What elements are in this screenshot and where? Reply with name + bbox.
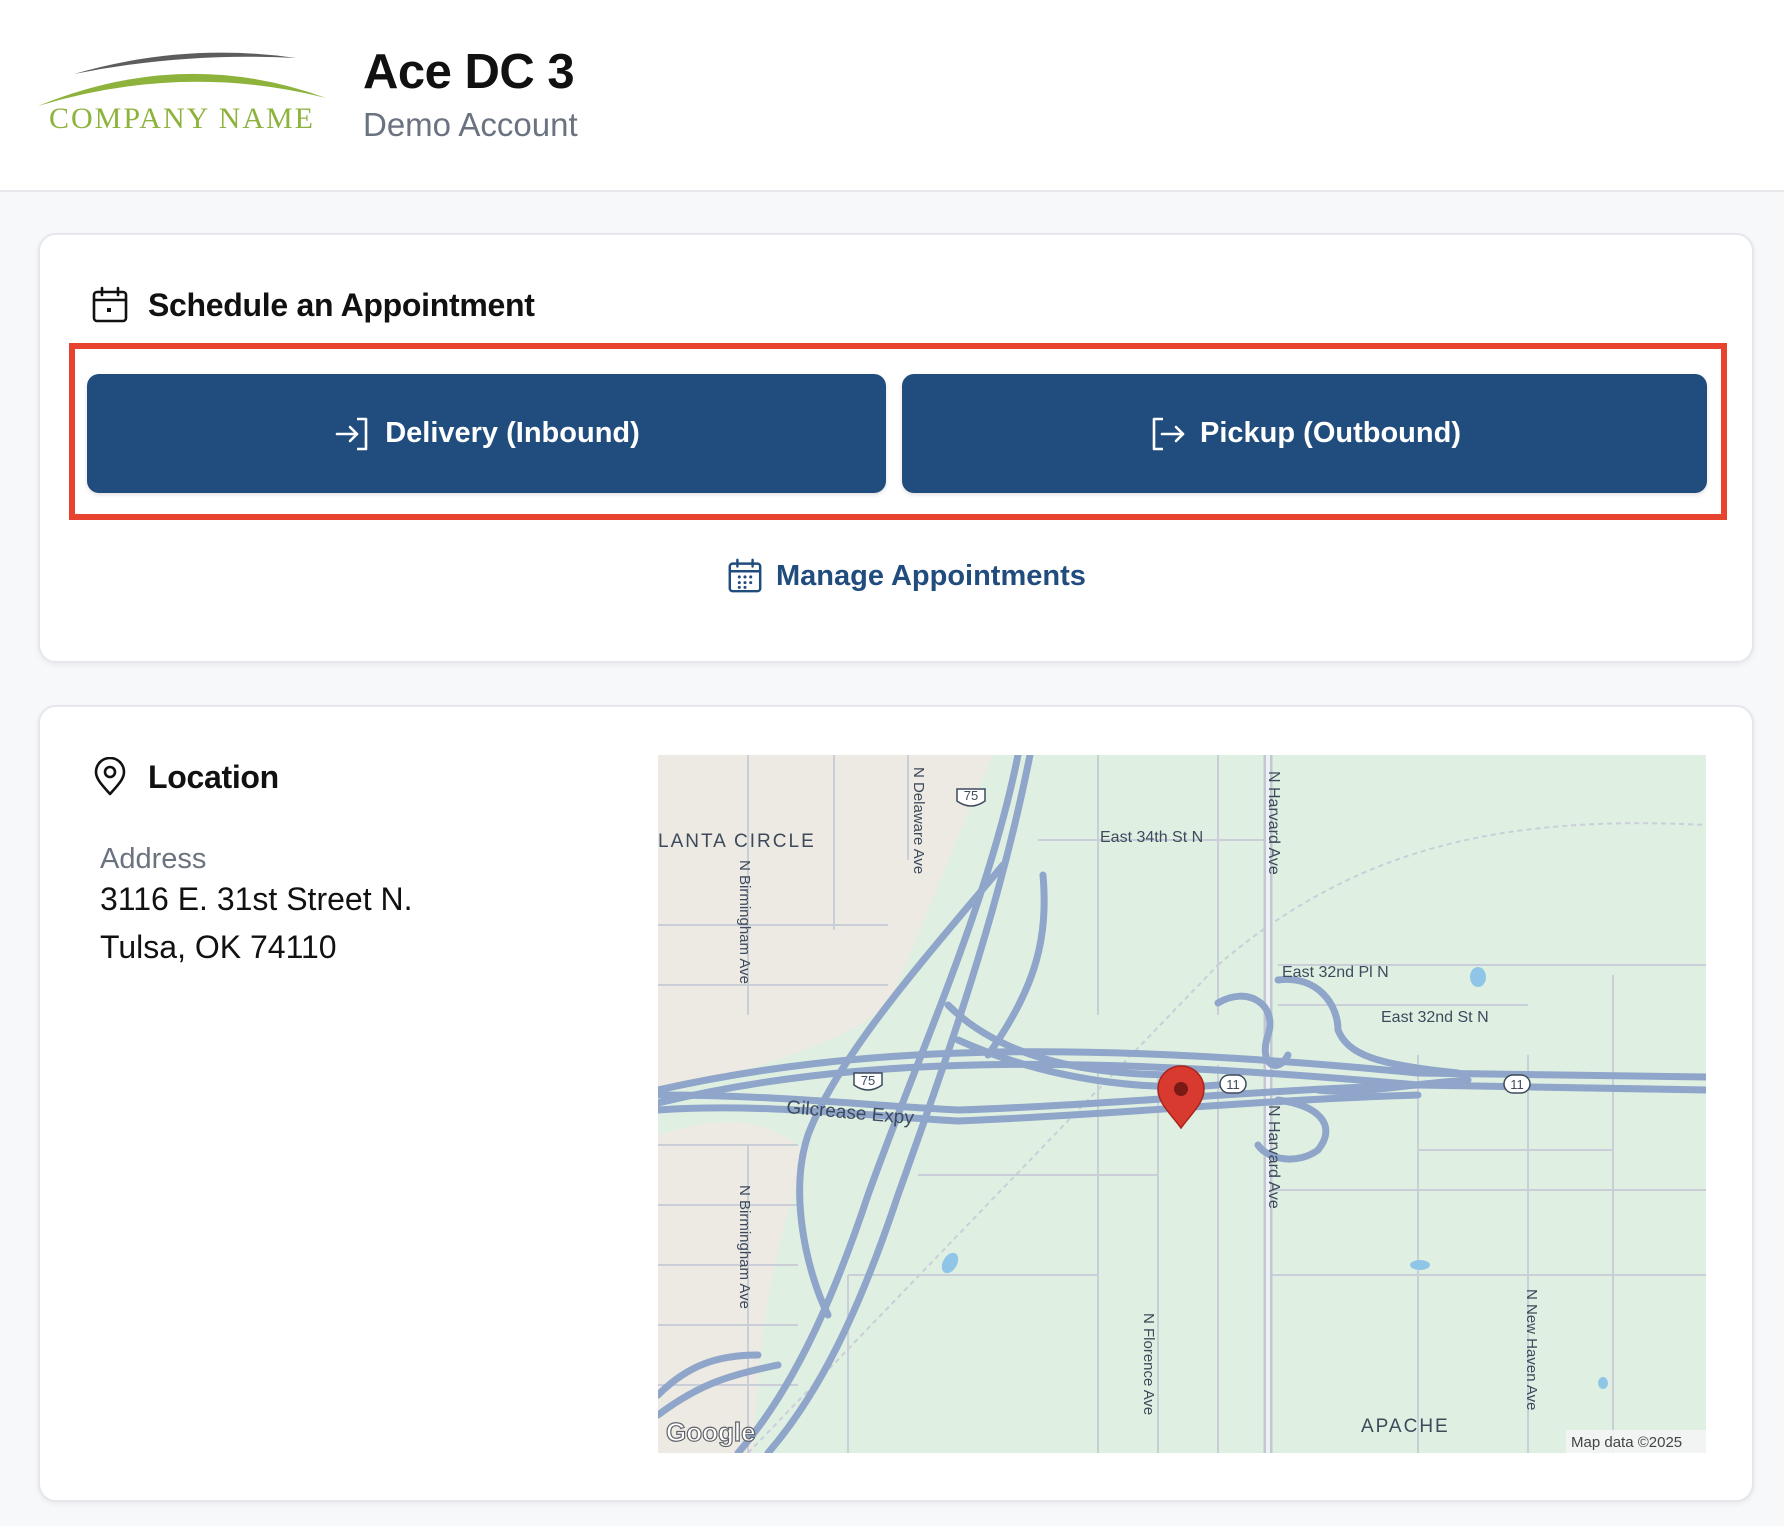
account-subtitle: Demo Account: [363, 106, 578, 143]
map-label-birmingham-south: N Birmingham Ave: [736, 1185, 753, 1309]
logout-arrow-icon: [1152, 417, 1185, 450]
map-pin-icon: [94, 757, 126, 796]
schedule-title: Schedule an Appointment: [148, 286, 535, 323]
pickup-outbound-button[interactable]: Pickup (Outbound): [902, 374, 1707, 493]
logo-text: COMPANY NAME: [49, 102, 315, 135]
route-11-shield: 11: [1226, 1077, 1240, 1092]
map-label-delaware: N Delaware Ave: [910, 767, 927, 874]
address-label: Address: [100, 843, 207, 875]
delivery-label: Delivery (Inbound): [385, 417, 640, 449]
map-label-harvard-south: N Harvard Ave: [1265, 1105, 1282, 1209]
calendar-icon: [92, 286, 128, 323]
map-data-attribution[interactable]: Map data ©2025: [1571, 1434, 1682, 1451]
pickup-label: Pickup (Outbound): [1200, 417, 1461, 449]
company-logo[interactable]: COMPANY NAME: [34, 48, 330, 144]
route-75-shield-2: 75: [861, 1073, 875, 1088]
delivery-inbound-button[interactable]: Delivery (Inbound): [87, 374, 886, 493]
map-label-florence: N Florence Ave: [1140, 1313, 1157, 1415]
location-title: Location: [148, 758, 279, 795]
location-heading: Location: [90, 757, 279, 797]
page-title: Ace DC 3: [363, 45, 575, 99]
address-line-2: Tulsa, OK 74110: [100, 929, 337, 965]
schedule-card: Schedule an Appointment Delivery (Inboun…: [38, 233, 1754, 663]
map-label-east-34th: East 34th St N: [1100, 829, 1203, 846]
map-label-apache: APACHE: [1361, 1416, 1450, 1437]
manage-label: Manage Appointments: [776, 559, 1086, 592]
route-11-shield-2: 11: [1510, 1077, 1524, 1092]
map-label-east-32nd-st: East 32nd St N: [1381, 1009, 1489, 1026]
calendar-grid-icon: [728, 558, 762, 593]
location-card: Location Address 3116 E. 31st Street N. …: [38, 705, 1754, 1502]
map-marker-icon[interactable]: [1157, 1065, 1205, 1130]
route-75-shield: 75: [964, 788, 978, 803]
manage-appointments-link[interactable]: Manage Appointments: [726, 557, 1086, 595]
map-label-harvard-north: N Harvard Ave: [1265, 771, 1282, 875]
page-header: COMPANY NAME Ace DC 3 Demo Account: [0, 0, 1784, 192]
map-label-east-32nd-pl: East 32nd Pl N: [1282, 964, 1389, 981]
map-label-new-haven: N New Haven Ave: [1523, 1289, 1540, 1410]
location-map[interactable]: 75 75 11 11 LANTA CIRCLE N Delaware Ave …: [658, 755, 1706, 1453]
address-line-1: 3116 E. 31st Street N.: [100, 881, 413, 917]
map-label-birmingham-north: N Birmingham Ave: [736, 860, 753, 984]
google-logo[interactable]: Google: [665, 1416, 756, 1447]
map-label-gilcrease: Gilcrease Expy: [786, 1097, 916, 1129]
schedule-heading: Schedule an Appointment: [90, 285, 535, 325]
map-label-atlanta-circle: LANTA CIRCLE: [658, 831, 816, 852]
login-arrow-icon: [335, 417, 368, 450]
